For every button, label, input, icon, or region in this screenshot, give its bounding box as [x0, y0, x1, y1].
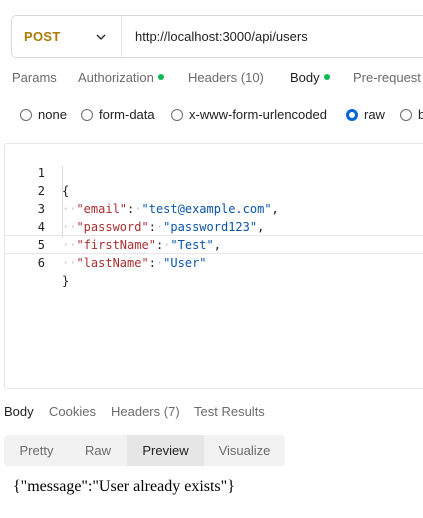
- body-type-form-data-label: form-data: [99, 107, 155, 122]
- headers-count: (10): [240, 70, 264, 85]
- radio-binary[interactable]: [400, 108, 412, 121]
- response-headers-count: (7): [163, 404, 180, 419]
- chevron-down-icon: [96, 34, 106, 40]
- json-key: "lastName": [76, 256, 149, 270]
- tab-authorization[interactable]: Authorization: [78, 70, 164, 85]
- body-type-none-label: none: [38, 107, 67, 122]
- tab-params-label: Params: [12, 70, 57, 85]
- radio-raw[interactable]: [346, 108, 358, 121]
- response-tab-body[interactable]: Body: [4, 404, 34, 419]
- radio-form-data[interactable]: [81, 108, 93, 121]
- url-input[interactable]: http://localhost:3000/api/users: [122, 29, 308, 44]
- response-tabs: Body Cookies Headers (7) Test Results: [0, 404, 423, 422]
- response-tab-cookies[interactable]: Cookies: [49, 404, 96, 419]
- tab-pre-request-label: Pre-request: [353, 70, 421, 85]
- editor-line: 1 {: [5, 146, 423, 198]
- response-tab-headers-label: Headers: [111, 404, 161, 419]
- json-value: "User": [163, 256, 207, 270]
- body-type-urlencoded[interactable]: x-www-form-urlencoded: [171, 107, 327, 122]
- view-raw-button[interactable]: Raw: [69, 435, 127, 466]
- tab-headers-label: Headers: [188, 70, 238, 85]
- radio-urlencoded[interactable]: [171, 108, 183, 121]
- tab-headers[interactable]: Headers (10): [188, 70, 264, 85]
- body-type-options: none form-data x-www-form-urlencoded raw…: [0, 107, 423, 125]
- body-type-form-data[interactable]: form-data: [81, 107, 155, 122]
- body-type-urlencoded-label: x-www-form-urlencoded: [189, 107, 327, 122]
- editor-line: 2 ··"email":·"test@example.com",: [5, 164, 423, 216]
- code-line: ··"lastName":·"User": [62, 256, 207, 270]
- tab-pre-request[interactable]: Pre-request: [353, 70, 421, 85]
- view-pretty-button[interactable]: Pretty: [4, 435, 69, 466]
- tab-body-label: Body: [290, 70, 320, 85]
- editor-line: 4 ··"firstName":·"Test",: [5, 200, 423, 252]
- response-tab-headers[interactable]: Headers (7): [111, 404, 180, 419]
- editor-line: 3 ··"password":·"password123",: [5, 182, 423, 234]
- editor-line: 5 ··"lastName":·"User": [5, 218, 423, 270]
- tab-body[interactable]: Body: [290, 70, 330, 85]
- request-url-bar: POST http://localhost:3000/api/users: [11, 15, 423, 58]
- authorization-status-dot: [157, 74, 164, 80]
- tab-authorization-label: Authorization: [78, 70, 154, 85]
- method-label: POST: [24, 29, 61, 44]
- close-brace: }: [62, 274, 70, 288]
- response-view-selector: Pretty Raw Preview Visualize: [4, 435, 285, 466]
- body-type-raw-label: raw: [364, 107, 385, 122]
- method-selector[interactable]: POST: [12, 16, 122, 57]
- line-number: 6: [37, 256, 45, 270]
- body-type-binary-label: b: [418, 107, 423, 122]
- body-status-dot: [323, 74, 330, 80]
- view-visualize-button[interactable]: Visualize: [204, 435, 285, 466]
- editor-line-current: 6 }: [5, 235, 423, 288]
- body-type-raw[interactable]: raw: [346, 107, 385, 122]
- view-preview-button[interactable]: Preview: [127, 435, 204, 466]
- code-line: }: [62, 272, 69, 290]
- tab-params[interactable]: Params: [12, 70, 57, 85]
- radio-none[interactable]: [20, 108, 32, 121]
- request-tabs: Params Authorization Headers (10) Body P…: [0, 70, 423, 90]
- response-preview-text: {"message":"User already exists"}: [13, 478, 235, 495]
- request-body-editor[interactable]: 1 { 2 ··"email":·"test@example.com", 3 ·…: [4, 143, 423, 389]
- indent-guide: [62, 166, 63, 238]
- body-type-binary[interactable]: b: [400, 107, 423, 122]
- body-type-none[interactable]: none: [20, 107, 67, 122]
- response-tab-test-results[interactable]: Test Results: [194, 404, 265, 419]
